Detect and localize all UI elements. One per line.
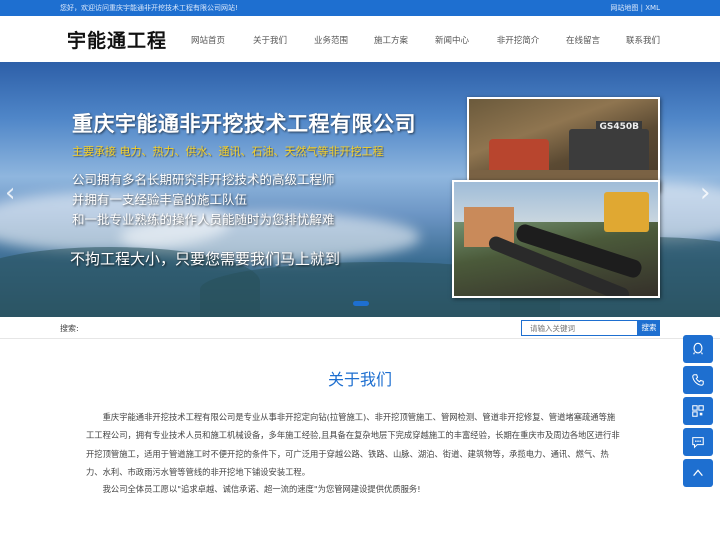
nav-item-contact[interactable]: 联系我们 <box>626 34 660 46</box>
message-icon <box>692 437 704 449</box>
qrcode-button[interactable] <box>683 397 713 425</box>
top-links: 网站地图 | XML <box>610 3 660 13</box>
banner-line-1: 公司拥有多名长期研究非开挖技术的高级工程师 <box>72 172 335 187</box>
carousel-next-arrow[interactable]: › <box>700 178 710 208</box>
carousel-indicator[interactable] <box>353 301 369 306</box>
main-nav: 网站首页 关于我们 业务范围 施工方案 新闻中心 非开挖简介 在线留言 联系我们 <box>180 34 670 48</box>
qrcode-icon <box>692 405 704 417</box>
search-input[interactable] <box>521 320 638 336</box>
back-to-top-button[interactable] <box>683 459 713 487</box>
phone-icon <box>692 374 704 386</box>
nav-item-plans[interactable]: 施工方案 <box>374 34 408 46</box>
qq-icon <box>693 342 703 355</box>
about-paragraph-1: 重庆宇能通非开挖技术工程有限公司是专业从事非开挖定向钻(拉管施工)、非开挖顶管施… <box>86 412 620 477</box>
banner-line-2: 并拥有一支经验丰富的施工队伍 <box>72 192 248 207</box>
search-bar: 搜索: 搜索 <box>0 317 720 339</box>
welcome-text: 您好，欢迎访问重庆宇能通非开挖技术工程有限公司网站! <box>60 4 238 12</box>
hero-banner[interactable]: GS450B 重庆宇能通非开挖技术工程有限公司 主要承接 电力、热力、供水、通讯… <box>0 62 720 317</box>
top-bar: 您好，欢迎访问重庆宇能通非开挖技术工程有限公司网站! 网站地图 | XML <box>0 0 720 16</box>
drilling-site-photo: GS450B <box>467 97 660 192</box>
site-header: 宇能通工程 网站首页 关于我们 业务范围 施工方案 新闻中心 非开挖简介 在线留… <box>0 16 720 62</box>
top-links-separator: | <box>640 4 644 12</box>
nav-item-trenchless-intro[interactable]: 非开挖简介 <box>497 34 540 46</box>
back-to-top-icon <box>693 469 703 477</box>
xml-link[interactable]: XML <box>645 4 660 12</box>
message-button[interactable] <box>683 428 713 456</box>
banner-slogan: 不拘工程大小，只要您需要我们马上就到 <box>70 250 341 268</box>
about-section-title: 关于我们 <box>327 370 392 389</box>
banner-subtitle: 主要承接 电力、热力、供水、通讯、石油、天然气等非开挖工程 <box>72 145 384 158</box>
banner-line-3: 和一批专业熟练的操作人员能随时为您排忧解难 <box>72 212 335 227</box>
qq-button[interactable] <box>683 335 713 363</box>
site-logo[interactable]: 宇能通工程 <box>67 26 167 53</box>
about-paragraph-2: 我公司全体员工愿以"追求卓越、诚信承诺、超一流的速度"为您管网建设提供优质服务! <box>102 484 421 494</box>
nav-item-home[interactable]: 网站首页 <box>191 34 225 46</box>
nav-item-news[interactable]: 新闻中心 <box>435 34 469 46</box>
carousel-prev-arrow[interactable]: ‹ <box>5 178 15 208</box>
banner-title: 重庆宇能通非开挖技术工程有限公司 <box>72 112 416 136</box>
search-button[interactable]: 搜索 <box>638 320 660 336</box>
pipeline-construction-photo <box>452 180 660 298</box>
search-label: 搜索: <box>60 324 79 333</box>
nav-item-business[interactable]: 业务范围 <box>314 34 348 46</box>
nav-item-message[interactable]: 在线留言 <box>566 34 600 46</box>
nav-item-about[interactable]: 关于我们 <box>253 34 287 46</box>
phone-button[interactable] <box>683 366 713 394</box>
sitemap-link[interactable]: 网站地图 <box>610 4 638 12</box>
